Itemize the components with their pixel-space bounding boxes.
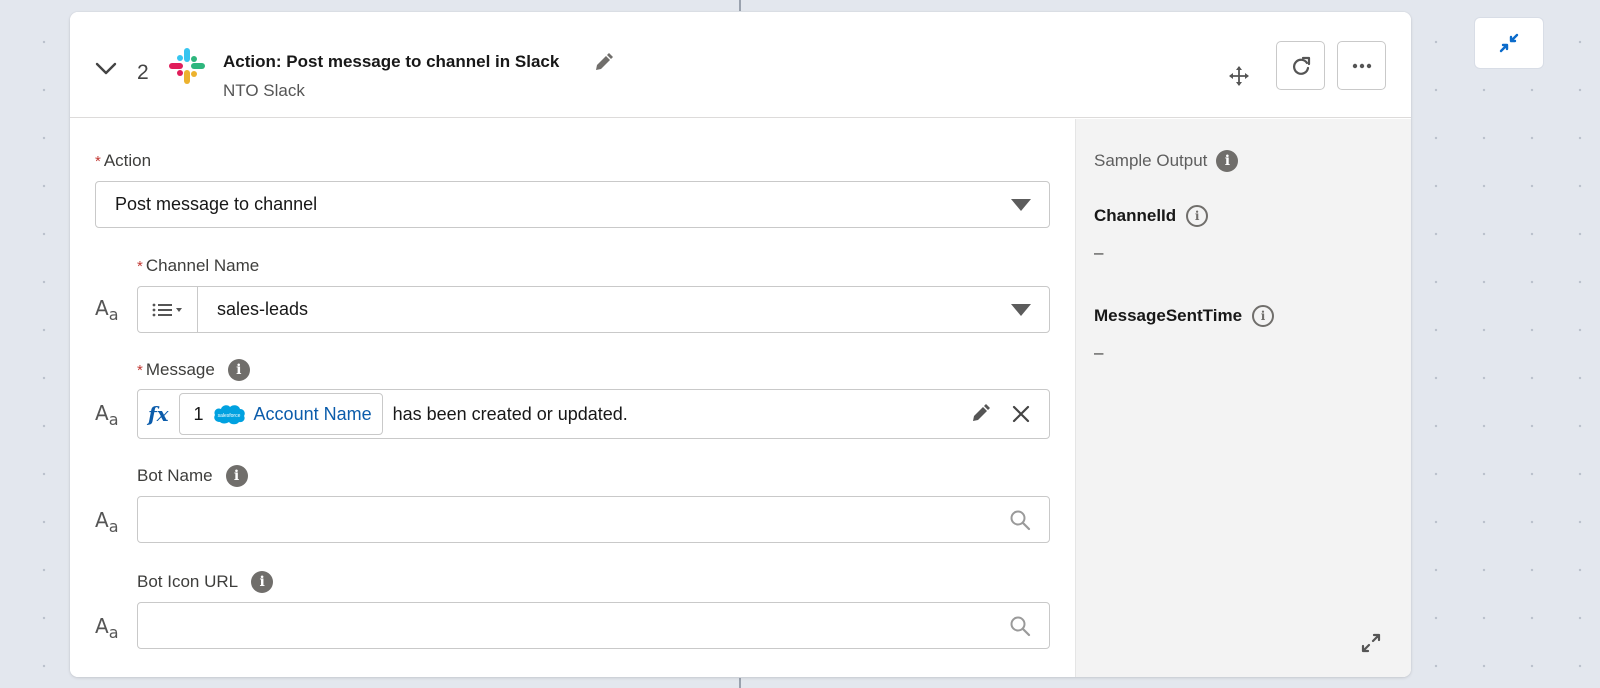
channel-name-label: * Channel Name [137, 256, 259, 276]
more-actions-button[interactable] [1337, 41, 1386, 90]
action-label: * Action [95, 151, 151, 171]
search-icon [1010, 510, 1031, 530]
slack-logo [169, 48, 205, 84]
output-field-name: ChannelId i [1094, 205, 1209, 227]
svg-text:salesforce: salesforce [217, 413, 240, 419]
action-select-value: Post message to channel [115, 194, 318, 214]
flow-step-card: 2 Action: Post message to channel in Sla… [70, 12, 1411, 677]
output-field-value: – [1094, 343, 1104, 362]
step-subtitle: NTO Slack [223, 81, 305, 100]
output-field-name: MessageSentTime i [1094, 305, 1275, 327]
move-icon[interactable] [1228, 65, 1250, 87]
output-field-value: – [1094, 243, 1104, 262]
step-title: Action: Post message to channel in Slack [223, 52, 560, 71]
sample-output-panel: Sample Output i ChannelId i – MessageSen… [1075, 119, 1411, 677]
collapse-view-button[interactable] [1474, 17, 1544, 69]
info-icon[interactable]: i [1186, 205, 1209, 227]
search-icon [1010, 616, 1031, 636]
pencil-icon[interactable] [969, 403, 991, 425]
list-picker-button[interactable] [138, 287, 198, 332]
required-mark: * [95, 152, 101, 170]
bot-icon-url-label: Bot Icon URL i [137, 571, 274, 593]
info-icon[interactable]: i [225, 465, 248, 487]
caret-down-icon[interactable] [1011, 198, 1031, 211]
step-header: 2 Action: Post message to channel in Sla… [70, 12, 1411, 118]
info-icon[interactable]: i [251, 571, 274, 593]
list-icon [152, 303, 182, 316]
channel-name-label-text: Channel Name [145, 256, 260, 275]
text-type-icon: Aa [95, 401, 119, 429]
pill-step-number: 1 [193, 403, 204, 424]
caret-down-icon[interactable] [1011, 303, 1031, 316]
message-text: has been created or updated. [392, 403, 628, 424]
channel-name-value: sales-leads [217, 299, 309, 319]
message-label: * Message i [137, 359, 250, 381]
salesforce-cloud-icon: salesforce [213, 405, 245, 425]
refresh-button[interactable] [1276, 41, 1325, 90]
formula-icon: fx [148, 402, 169, 426]
channel-name-select[interactable]: sales-leads [137, 286, 1050, 333]
output-field-name-text: MessageSentTime [1094, 306, 1243, 325]
message-formula-field[interactable]: fx 1 salesforce Account Name has been cr… [137, 389, 1050, 439]
output-field-name-text: ChannelId [1094, 206, 1177, 225]
bot-icon-url-label-text: Bot Icon URL [137, 572, 239, 591]
chevron-down-icon[interactable] [94, 56, 118, 80]
step-body: * Action Post message to channel * Chann… [70, 119, 1411, 677]
pencil-icon[interactable] [592, 52, 614, 74]
close-icon[interactable] [1011, 404, 1031, 424]
action-select[interactable]: Post message to channel [95, 181, 1050, 228]
step-number: 2 [137, 61, 149, 84]
action-label-text: Action [103, 151, 152, 170]
bot-name-input[interactable] [137, 496, 1050, 543]
expand-icon[interactable] [1359, 631, 1383, 655]
more-icon [1352, 63, 1371, 68]
message-label-text: Message [145, 360, 215, 379]
info-icon[interactable]: i [1252, 305, 1275, 327]
bot-name-label-text: Bot Name [137, 466, 213, 485]
required-mark: * [137, 361, 143, 379]
pill-field-name: Account Name [253, 403, 372, 424]
sample-output-title-text: Sample Output [1094, 151, 1208, 170]
data-pill-account-name[interactable]: 1 salesforce Account Name [178, 393, 383, 435]
bot-icon-url-input[interactable] [137, 602, 1050, 649]
required-mark: * [137, 257, 143, 275]
text-type-icon: Aa [95, 614, 119, 642]
text-type-icon: Aa [95, 296, 119, 324]
info-icon[interactable]: i [227, 359, 250, 381]
info-icon[interactable]: i [1216, 150, 1239, 172]
sample-output-title: Sample Output i [1094, 150, 1239, 172]
text-type-icon: Aa [95, 508, 119, 536]
refresh-icon [1292, 56, 1310, 75]
step-form: * Action Post message to channel * Chann… [70, 119, 1075, 677]
bot-name-label: Bot Name i [137, 465, 248, 487]
minimize-icon [1499, 33, 1519, 53]
